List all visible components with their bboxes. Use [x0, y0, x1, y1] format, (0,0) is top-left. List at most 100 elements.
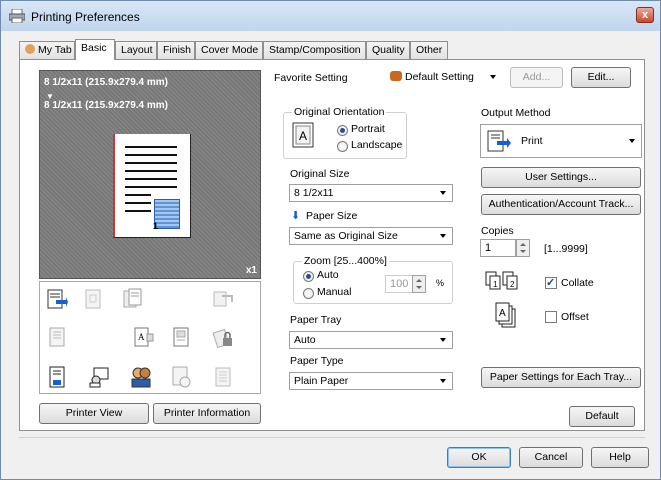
landscape-radio[interactable]	[337, 141, 348, 152]
original-orientation-label: Original Orientation	[292, 106, 387, 118]
doc-line	[125, 162, 177, 164]
chevron-down-icon	[490, 75, 496, 79]
paper-tray-select[interactable]: Auto	[289, 331, 453, 349]
chevron-down-icon	[440, 379, 446, 383]
portrait-label: Portrait	[351, 123, 385, 135]
offset-icon: A	[495, 302, 516, 328]
copies-range: [1...9999]	[544, 243, 588, 255]
zoom-manual-radio[interactable]	[303, 288, 314, 299]
collate-checkbox[interactable]	[545, 276, 557, 289]
favorite-setting-label: Favorite Setting	[274, 72, 348, 84]
tab-finish[interactable]: Finish	[157, 41, 195, 59]
svg-text:A: A	[499, 308, 506, 319]
copies-label: Copies	[481, 225, 514, 237]
copies-badge: x1	[245, 265, 257, 276]
svg-text:A: A	[299, 129, 307, 143]
copies-spinner-button[interactable]	[516, 239, 530, 257]
printer-information-button[interactable]: Printer Information	[153, 403, 261, 424]
authentication-account-track-button[interactable]: Authentication/Account Track...	[481, 194, 641, 215]
user-settings-button[interactable]: User Settings...	[481, 167, 641, 188]
doc-line	[125, 178, 177, 180]
document-icon[interactable]	[46, 366, 68, 388]
form-overlay-icon[interactable]	[170, 366, 192, 388]
paper-size-select[interactable]: Same as Original Size	[289, 227, 453, 245]
offset-checkbox[interactable]	[545, 311, 557, 323]
paper-size-label: Paper Size	[306, 210, 358, 222]
paper-tray-value: Auto	[294, 334, 316, 346]
output-method-label: Output Method	[481, 107, 551, 119]
page-preview: 8 1/2x11 (215.9x279.4 mm) ▼ 8 1/2x11 (21…	[39, 70, 261, 279]
arrow-down-blue-icon: ⬇	[291, 210, 301, 222]
tab-quality[interactable]: Quality	[366, 41, 410, 59]
footer-separator	[19, 437, 645, 438]
tab-label: My Tab	[38, 44, 72, 56]
copy-page-icon[interactable]	[122, 288, 144, 310]
tab-label: Layout	[121, 44, 153, 56]
add-button[interactable]: Add...	[510, 67, 563, 88]
tab-label: Quality	[372, 44, 405, 56]
secure-print-icon[interactable]	[212, 326, 234, 348]
favorite-setting-value: Default Setting	[405, 71, 474, 83]
zoom-auto-radio[interactable]	[303, 271, 314, 282]
printing-preferences-window: Printing Preferences x My Tab Basic Layo…	[0, 0, 661, 480]
print-output-icon	[487, 130, 511, 152]
cancel-button[interactable]: Cancel	[519, 447, 583, 468]
offset-label: Offset	[561, 311, 589, 323]
tab-my-tab[interactable]: My Tab	[19, 41, 75, 59]
text-page-icon[interactable]	[212, 366, 234, 388]
original-size-select[interactable]: 8 1/2x11	[289, 184, 453, 202]
svg-text:A: A	[138, 332, 145, 342]
close-button[interactable]: x	[636, 7, 654, 23]
chevron-down-icon	[440, 191, 446, 195]
print-output-icon[interactable]	[46, 288, 68, 310]
zoom-unit: %	[436, 278, 445, 288]
printer-icon	[9, 9, 25, 23]
output-method-value: Print	[521, 135, 543, 147]
favorite-setting-select[interactable]: Default Setting	[385, 68, 503, 86]
rotate-page-icon[interactable]	[212, 288, 234, 310]
edit-button[interactable]: Edit...	[571, 67, 631, 88]
zoom-label: Zoom [25...400%]	[302, 255, 389, 267]
collate-icon: 1 2	[485, 271, 518, 290]
help-button[interactable]: Help	[591, 447, 649, 468]
portrait-page-icon: A	[292, 122, 314, 148]
paper-settings-for-each-tray-button[interactable]: Paper Settings for Each Tray...	[481, 367, 641, 388]
paper-type-value: Plain Paper	[294, 375, 349, 387]
output-method-select[interactable]: Print	[480, 124, 642, 158]
paper-type-select[interactable]: Plain Paper	[289, 372, 453, 390]
copies-input[interactable]: 1	[480, 239, 516, 257]
portrait-radio[interactable]	[337, 125, 348, 136]
tab-other[interactable]: Other	[410, 41, 448, 59]
doc-line	[125, 210, 151, 212]
printer-view-button[interactable]: Printer View	[39, 403, 149, 424]
watermark-icon[interactable]	[170, 326, 192, 348]
doc-line	[125, 202, 151, 204]
tab-stamp-composition[interactable]: Stamp/Composition	[263, 41, 366, 59]
single-sided-icon[interactable]	[46, 326, 68, 348]
letterhead-icon[interactable]: A	[132, 326, 154, 348]
tab-layout[interactable]: Layout	[115, 41, 157, 59]
chevron-down-icon	[440, 338, 446, 342]
page-number: 1	[153, 221, 159, 231]
zoom-value-input[interactable]: 100	[385, 275, 413, 293]
tab-basic[interactable]: Basic	[75, 39, 115, 60]
doc-line	[125, 186, 177, 188]
function-icon-grid: A	[39, 281, 261, 394]
svg-text:2: 2	[510, 280, 515, 289]
tab-label: Finish	[163, 44, 192, 56]
account-track-icon[interactable]	[130, 366, 152, 388]
landscape-label: Landscape	[351, 139, 403, 151]
preview-document: 1	[113, 134, 191, 238]
user-icon	[25, 44, 35, 54]
zoom-spinner-button[interactable]	[412, 275, 426, 293]
chevron-down-icon	[629, 139, 635, 143]
ok-button[interactable]: OK	[447, 447, 511, 468]
collate-label: Collate	[561, 277, 594, 289]
paper-tray-label: Paper Tray	[290, 314, 342, 326]
zoom-page-icon[interactable]	[82, 288, 104, 310]
tab-cover-mode[interactable]: Cover Mode	[195, 41, 263, 59]
box-user-icon[interactable]	[88, 366, 110, 388]
doc-line	[125, 194, 151, 196]
tab-label: Basic	[81, 42, 107, 54]
default-button[interactable]: Default	[569, 406, 635, 427]
